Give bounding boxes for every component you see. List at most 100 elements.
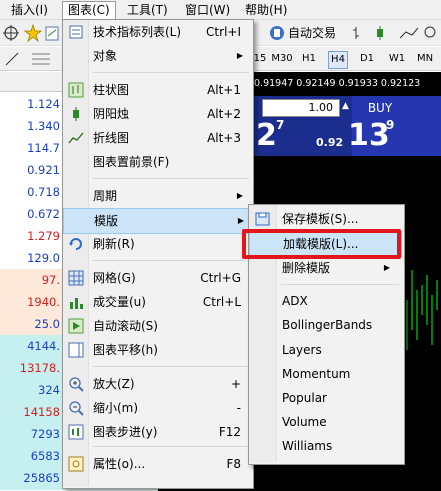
chart-menu-item[interactable]: 折线图 Alt+3 (63, 126, 251, 150)
menu-item-label: BollingerBands (282, 318, 373, 332)
menu-item-label: 模版 (94, 214, 119, 228)
bid-price: 0.921 (27, 163, 60, 177)
menu-item-label: ADX (282, 294, 308, 308)
template-item[interactable]: BollingerBands (249, 313, 400, 337)
timeframe-w1[interactable]: W1 (388, 51, 406, 67)
chart-menu-item[interactable]: 成交量(u) Ctrl+L (63, 290, 251, 314)
menu-item-shortcut: F12 (218, 425, 241, 439)
chart-menu-item[interactable]: 刷新(R) (63, 232, 251, 256)
chart-menu-item[interactable]: 属性(o)... F8 (63, 452, 251, 476)
chart-menu-item[interactable]: 对象 ▶ (63, 44, 251, 68)
bid-price: 0.718 (27, 185, 60, 199)
menu-item-label: 技术指标列表(L) (93, 25, 182, 39)
timeframe-mn[interactable]: MN (414, 51, 436, 67)
favorite-star-icon[interactable] (24, 24, 42, 42)
timeframe-d1[interactable]: D1 (358, 51, 376, 67)
bid-price: 25.0 (34, 317, 60, 331)
step-icon (68, 424, 84, 440)
crosshair-icon[interactable] (2, 24, 20, 42)
menu-item-label: Momentum (282, 367, 351, 381)
menu-item-label: 成交量(u) (93, 295, 146, 309)
menu-item-shortcut: Ctrl+G (200, 271, 241, 285)
volume-stepper-up-icon[interactable]: ▲ (342, 101, 352, 115)
timeframe-m15[interactable]: 15 (252, 51, 268, 67)
auto-scroll-icon (68, 318, 84, 334)
volume-icon (70, 298, 83, 309)
chart-menu-item[interactable]: 阴阳烛 Alt+2 (63, 102, 251, 126)
menu-insert[interactable]: 插入(I) (6, 2, 53, 19)
chart-menu-item[interactable]: 缩小(m) - (63, 396, 251, 420)
bid-price: 1940. (27, 295, 60, 309)
chart-menu-items: 技术指标列表(L) Ctrl+I 对象 ▶ 柱状图 Alt+1 阴阳烛 Alt+2 折线图 Alt… (63, 20, 253, 486)
auto-trade-button[interactable]: 自动交易 (288, 25, 336, 41)
chart-menu-item[interactable]: 自动滚动(S) (63, 314, 251, 338)
chart-type-icons (353, 26, 436, 40)
menu-item-label: Williams (282, 439, 333, 453)
chart-menu-item[interactable]: 图表置前景(F) (63, 150, 251, 174)
menu-item-label: 折线图 (93, 131, 130, 145)
bid-price: 4144. (27, 339, 60, 353)
chart-menu-item[interactable]: 图表步进(y) F12 (63, 420, 251, 444)
template-item[interactable]: Popular (249, 386, 400, 410)
timeframe-m30[interactable]: M30 (270, 51, 294, 67)
buy-button[interactable]: BUY (360, 98, 400, 118)
chart-menu-item[interactable]: 图表平移(h) (63, 338, 251, 362)
zoom-tool-icon (424, 26, 436, 38)
template-action-item[interactable]: 保存模板(S)... (249, 207, 400, 231)
template-item[interactable]: Momentum (249, 362, 400, 386)
trade-volume-input[interactable]: 1.00 (262, 99, 340, 117)
menu-separator (93, 260, 249, 261)
chart-menu-item[interactable]: 模版 ▶ (63, 208, 253, 234)
chart-shift-icon (68, 342, 84, 358)
menu-item-label: 保存模板(S)... (282, 212, 359, 226)
buy-price-big[interactable]: 13 (348, 118, 390, 154)
chart-menu-item[interactable]: 柱状图 Alt+1 (63, 78, 251, 102)
template-item[interactable]: Williams (249, 434, 400, 458)
menu-item-label: 图表平移(h) (93, 343, 158, 357)
new-chart-icon[interactable] (44, 24, 60, 42)
menu-item-label: 周期 (93, 189, 118, 203)
menu-item-label: Popular (282, 391, 327, 405)
bid-price: 25865 (23, 471, 60, 485)
menu-item-shortcut: Ctrl+L (202, 295, 241, 309)
chart-menu-item[interactable]: 周期 ▶ (63, 184, 251, 208)
menu-tools[interactable]: 工具(T) (122, 2, 173, 19)
bid-price: 1.340 (27, 119, 60, 133)
zoom-out-icon (69, 401, 84, 416)
template-item[interactable]: ADX (249, 289, 400, 313)
menu-item-label: Layers (282, 343, 322, 357)
menu-item-label: Volume (282, 415, 327, 429)
bid-price: 97. (41, 273, 60, 287)
bid-price: 14158 (23, 405, 60, 419)
menu-help[interactable]: 帮助(H) (240, 2, 292, 19)
trendline-tool-icon[interactable] (4, 51, 20, 67)
candlestick-icon (73, 107, 79, 121)
menu-charts[interactable]: 图表(C) (62, 1, 116, 21)
bid-price: 1.124 (27, 97, 60, 111)
chart-menu-item[interactable]: 技术指标列表(L) Ctrl+I (63, 20, 251, 44)
menu-item-shortcut: Alt+3 (207, 131, 241, 145)
fibonacci-tool-icon[interactable] (30, 51, 52, 67)
chart-menu-item[interactable]: 网格(G) Ctrl+G (63, 266, 251, 290)
menu-item-label: 自动滚动(S) (93, 319, 158, 333)
sell-price-big[interactable]: 2 (256, 118, 277, 154)
menu-item-label: 属性(o)... (93, 457, 146, 471)
timeframe-h1[interactable]: H1 (300, 51, 318, 67)
line-chart-icon (68, 132, 84, 144)
template-item[interactable]: Layers (249, 338, 400, 362)
submenu-arrow-icon: ▶ (236, 191, 243, 200)
template-action-item[interactable]: 删除模版 ▶ (249, 256, 400, 280)
menu-window[interactable]: 窗口(W) (180, 2, 235, 19)
timeframe-h4[interactable]: H4 (328, 51, 348, 69)
bid-price: 129.0 (27, 251, 60, 265)
candle-tool-icon (377, 26, 383, 40)
chart-menu-item[interactable]: 放大(Z) + (63, 372, 251, 396)
menu-item-label: 网格(G) (93, 271, 136, 285)
menu-separator (93, 366, 249, 367)
template-item[interactable]: Volume (249, 410, 400, 434)
refresh-icon (69, 238, 82, 250)
menu-item-label: 对象 (93, 49, 118, 63)
zoom-in-icon (69, 377, 84, 392)
highlight-annotation-box (242, 229, 401, 259)
menu-separator (93, 178, 249, 179)
